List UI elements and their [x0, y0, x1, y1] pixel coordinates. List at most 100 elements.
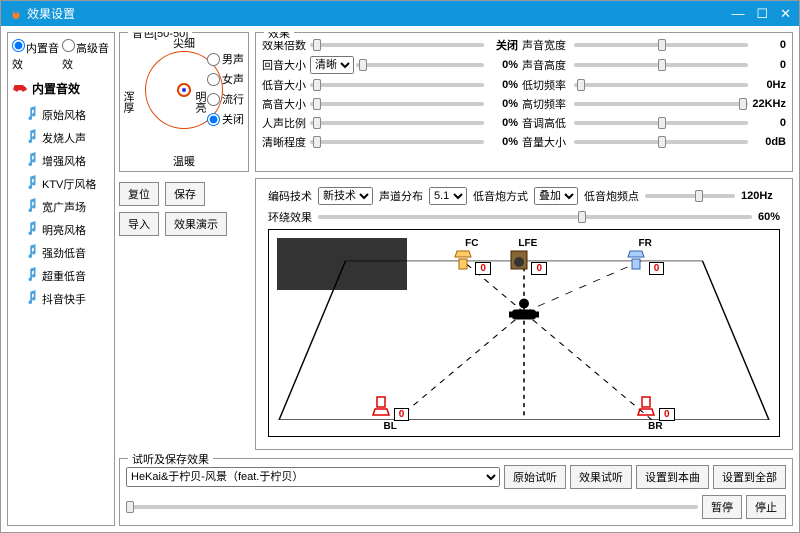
speaker-br[interactable]: 0 BR [636, 395, 674, 432]
close-button[interactable]: ✕ [780, 6, 791, 22]
music-note-icon [26, 267, 38, 284]
preset-item[interactable]: 增强风格 [12, 149, 110, 172]
mode-advanced-radio[interactable]: 高级音效 [62, 39, 110, 72]
speaker-icon [371, 395, 391, 420]
preset-item[interactable]: KTV厅风格 [12, 172, 110, 195]
eff-slider[interactable] [356, 63, 484, 67]
save-current-button[interactable]: 设置到本曲 [636, 465, 709, 489]
tone-label-top: 尖细 [173, 35, 195, 51]
voice-radio[interactable]: 男声 [207, 51, 244, 67]
eff-value: 0 [752, 117, 786, 129]
listener-icon[interactable] [506, 296, 542, 329]
eff-value: 0dB [752, 136, 786, 148]
eff-slider[interactable] [574, 63, 748, 67]
ch-label: 声道分布 [379, 188, 423, 204]
bassfreq-label: 低音炮频点 [584, 188, 639, 204]
eff-label: 低音大小 [262, 77, 306, 93]
surround-canvas[interactable]: FC 0 LFE 0 FR 0 [268, 229, 780, 437]
playback-slider[interactable] [126, 505, 698, 509]
preset-item[interactable]: 抖音快手 [12, 287, 110, 310]
preset-item[interactable]: 明亮风格 [12, 218, 110, 241]
eff-label: 声音宽度 [522, 37, 570, 53]
speaker-fc[interactable]: FC 0 [453, 238, 491, 275]
eff-slider[interactable] [310, 121, 484, 125]
music-note-icon [26, 221, 38, 238]
enc-label: 编码技术 [268, 188, 312, 204]
speaker-icon [636, 395, 656, 420]
eff-slider[interactable] [574, 102, 748, 106]
eff-slider[interactable] [310, 83, 484, 87]
eff-value: 0Hz [752, 79, 786, 91]
echo-select[interactable]: 清晰 [310, 56, 354, 74]
music-note-icon [26, 129, 38, 146]
bassfreq-slider[interactable] [645, 194, 735, 198]
enc-select[interactable]: 新技术 [318, 187, 373, 205]
preset-item[interactable]: 发烧人声 [12, 126, 110, 149]
eff-slider[interactable] [310, 43, 484, 47]
preset-item[interactable]: 强劲低音 [12, 241, 110, 264]
demo-button[interactable]: 效果演示 [165, 212, 227, 236]
tone-panel: 音色[50-50] 尖细 温暖 浑厚 明亮 男声女声流行关闭 [119, 32, 249, 172]
env-label: 环绕效果 [268, 209, 312, 225]
ch-select[interactable]: 5.1 [429, 187, 467, 205]
music-note-icon [26, 198, 38, 215]
car-icon [12, 81, 28, 96]
bassmode-label: 低音炮方式 [473, 188, 528, 204]
reset-button[interactable]: 复位 [119, 182, 159, 206]
save-all-button[interactable]: 设置到全部 [713, 465, 786, 489]
voice-radio[interactable]: 关闭 [207, 111, 244, 127]
speaker-bl[interactable]: 0 BL [371, 395, 409, 432]
subwoofer-icon [509, 249, 529, 274]
eff-value: 0 [752, 39, 786, 51]
eff-slider[interactable] [574, 140, 748, 144]
song-select[interactable]: HeKai&于柠贝-风景（feat.于柠贝） [126, 467, 500, 487]
preset-item[interactable]: 原始风格 [12, 103, 110, 126]
eff-label: 声音高度 [522, 57, 570, 73]
eff-value: 0 [752, 59, 786, 71]
eff-label: 高切频率 [522, 96, 570, 112]
preset-item[interactable]: 宽广声场 [12, 195, 110, 218]
sidebar-section-header: 内置音效 [12, 80, 110, 97]
speaker-lfe[interactable]: LFE 0 [509, 238, 547, 275]
stop-button[interactable]: 停止 [746, 495, 786, 519]
pause-button[interactable]: 暂停 [702, 495, 742, 519]
speaker-fr[interactable]: FR 0 [626, 238, 664, 275]
minimize-button[interactable]: — [731, 6, 744, 22]
eff-label: 高音大小 [262, 96, 306, 112]
window-title: 效果设置 [27, 5, 75, 22]
voice-radio[interactable]: 女声 [207, 71, 244, 87]
titlebar: 效果设置 — ☐ ✕ [1, 1, 799, 26]
maximize-button[interactable]: ☐ [756, 6, 768, 22]
eff-label: 音量大小 [522, 134, 570, 150]
preset-item[interactable]: 超重低音 [12, 264, 110, 287]
app-icon [9, 5, 23, 22]
eff-slider[interactable] [574, 83, 748, 87]
eff-slider[interactable] [310, 102, 484, 106]
bassmode-select[interactable]: 叠加 [534, 187, 578, 205]
orig-listen-button[interactable]: 原始试听 [504, 465, 566, 489]
eff-value: 0% [488, 59, 518, 71]
eff-slider[interactable] [574, 121, 748, 125]
env-slider[interactable] [318, 215, 752, 219]
speaker-icon [453, 249, 473, 274]
import-button[interactable]: 导入 [119, 212, 159, 236]
speaker-icon [626, 249, 646, 274]
eff-slider[interactable] [574, 43, 748, 47]
eff-value: 关闭 [488, 37, 518, 53]
tone-label-bottom: 温暖 [173, 153, 195, 169]
save-button[interactable]: 保存 [165, 182, 205, 206]
mode-builtin-radio[interactable]: 内置音效 [12, 39, 60, 72]
eff-value: 0% [488, 117, 518, 129]
sidebar: 内置音效 高级音效 内置音效 原始风格发烧人声增强风格KTV厅风格宽广声场明亮风… [7, 32, 115, 526]
eff-value: 0% [488, 79, 518, 91]
eff-label: 音调高低 [522, 115, 570, 131]
surround-panel: 编码技术 新技术 声道分布 5.1 低音炮方式 叠加 低音炮频点 120Hz 环… [255, 178, 793, 450]
tone-center-handle[interactable] [177, 83, 191, 97]
eff-value: 22KHz [752, 98, 786, 110]
music-note-icon [26, 244, 38, 261]
voice-radio[interactable]: 流行 [207, 91, 244, 107]
eff-listen-button[interactable]: 效果试听 [570, 465, 632, 489]
eff-slider[interactable] [310, 140, 484, 144]
effects-panel: 效果 效果倍数关闭声音宽度0回音大小清晰0%声音高度0低音大小0%低切频率0Hz… [255, 32, 793, 172]
music-note-icon [26, 106, 38, 123]
